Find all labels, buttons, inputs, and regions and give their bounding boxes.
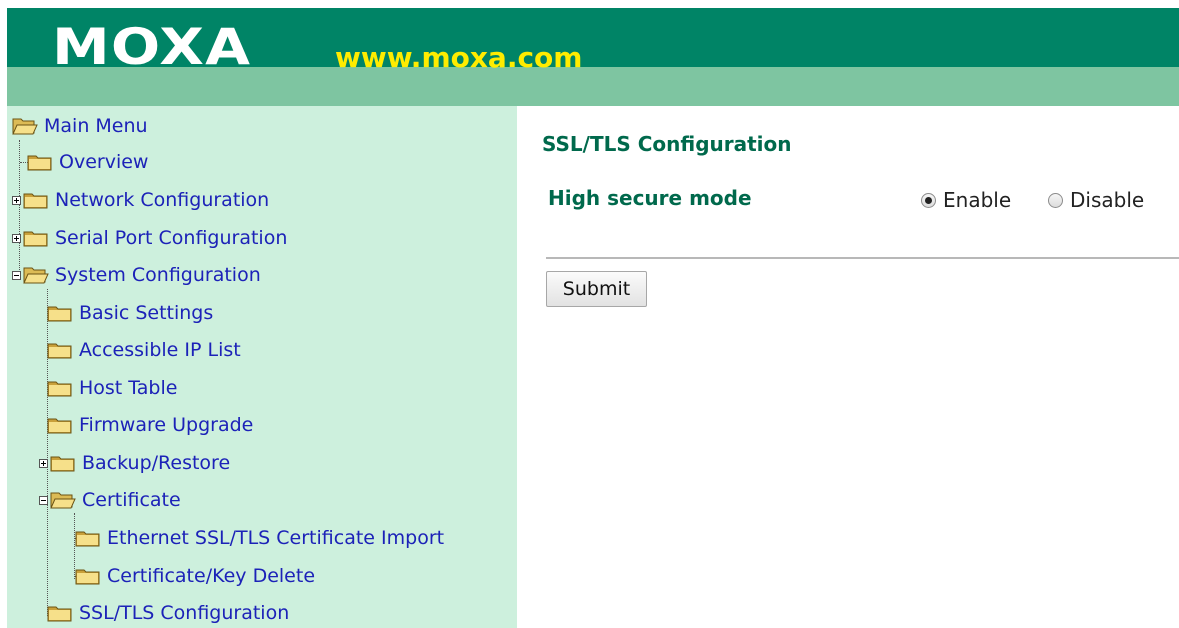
sidebar-item-label: System Configuration xyxy=(55,264,261,286)
sidebar-item-ssl-tls-configuration[interactable]: SSL/TLS Configuration xyxy=(47,600,289,626)
enable-radio[interactable] xyxy=(921,192,936,208)
folder-icon xyxy=(47,379,73,397)
sidebar-item-backup-restore[interactable]: Backup/Restore xyxy=(39,450,230,476)
folder-icon xyxy=(47,604,73,622)
folder-open-icon xyxy=(12,117,38,135)
enable-radio-option[interactable]: Enable xyxy=(921,188,1011,212)
sidebar-item-label: Certificate xyxy=(82,489,181,511)
website-url: www.moxa.com xyxy=(335,41,583,74)
sidebar-item-certificate-key-delete[interactable]: Certificate/Key Delete xyxy=(75,563,315,589)
folder-icon xyxy=(23,229,49,247)
folder-icon xyxy=(47,341,73,359)
section-divider xyxy=(546,257,1179,259)
expand-icon[interactable] xyxy=(39,458,48,468)
sidebar-item-label: Firmware Upgrade xyxy=(79,414,254,436)
sidebar-item-firmware-upgrade[interactable]: Firmware Upgrade xyxy=(47,412,253,438)
folder-icon xyxy=(47,304,73,322)
sidebar-item-label: Backup/Restore xyxy=(82,452,231,474)
sidebar-item-certificate[interactable]: Certificate xyxy=(39,487,181,513)
sidebar-item-label: Ethernet SSL/TLS Certificate Import xyxy=(107,527,445,549)
page-title: SSL/TLS Configuration xyxy=(542,132,792,156)
sidebar-item-label: Serial Port Configuration xyxy=(55,227,288,249)
disable-radio-option[interactable]: Disable xyxy=(1048,188,1144,212)
collapse-icon[interactable] xyxy=(12,270,21,280)
sidebar-item-host-table[interactable]: Host Table xyxy=(47,375,177,401)
folder-icon xyxy=(50,454,76,472)
enable-radio-label: Enable xyxy=(943,188,1012,212)
folder-icon xyxy=(23,191,49,209)
sidebar-menu: Main Menu Overview Network Configuration Se… xyxy=(7,106,517,628)
header-banner: MOXA www.moxa.com xyxy=(0,0,1179,106)
sidebar-item-label: Certificate/Key Delete xyxy=(107,565,316,587)
expand-icon[interactable] xyxy=(12,233,21,243)
folder-icon xyxy=(75,567,101,585)
moxa-logo: MOXA xyxy=(52,18,252,76)
sidebar-item-main-menu[interactable]: Main Menu xyxy=(12,113,148,139)
sidebar-item-label: Main Menu xyxy=(44,115,148,137)
sidebar-item-label: Overview xyxy=(59,151,149,173)
sidebar-item-ethernet-ssl-tls-certificate-import[interactable]: Ethernet SSL/TLS Certificate Import xyxy=(75,525,444,551)
folder-open-icon xyxy=(50,491,76,509)
sidebar-item-overview[interactable]: Overview xyxy=(27,149,148,175)
sidebar-item-accessible-ip-list[interactable]: Accessible IP List xyxy=(47,337,241,363)
sidebar-item-system-configuration[interactable]: System Configuration xyxy=(12,262,261,288)
folder-icon xyxy=(27,153,53,171)
disable-radio[interactable] xyxy=(1048,192,1063,208)
expand-icon[interactable] xyxy=(12,195,21,205)
sidebar-item-serial-port-configuration[interactable]: Serial Port Configuration xyxy=(12,225,287,251)
sidebar-item-label: Host Table xyxy=(79,377,178,399)
submit-button[interactable]: Submit xyxy=(546,271,647,307)
sidebar-item-basic-settings[interactable]: Basic Settings xyxy=(47,300,213,326)
sidebar-item-network-configuration[interactable]: Network Configuration xyxy=(12,187,269,213)
folder-icon xyxy=(47,416,73,434)
sidebar-item-label: Accessible IP List xyxy=(79,339,241,361)
sidebar-item-label: Basic Settings xyxy=(79,302,214,324)
disable-radio-label: Disable xyxy=(1070,188,1145,212)
folder-open-icon xyxy=(23,266,49,284)
collapse-icon[interactable] xyxy=(39,495,48,505)
high-secure-mode-label: High secure mode xyxy=(548,186,752,210)
folder-icon xyxy=(75,529,101,547)
sidebar-item-label: SSL/TLS Configuration xyxy=(79,602,290,624)
sidebar-item-label: Network Configuration xyxy=(55,189,270,211)
